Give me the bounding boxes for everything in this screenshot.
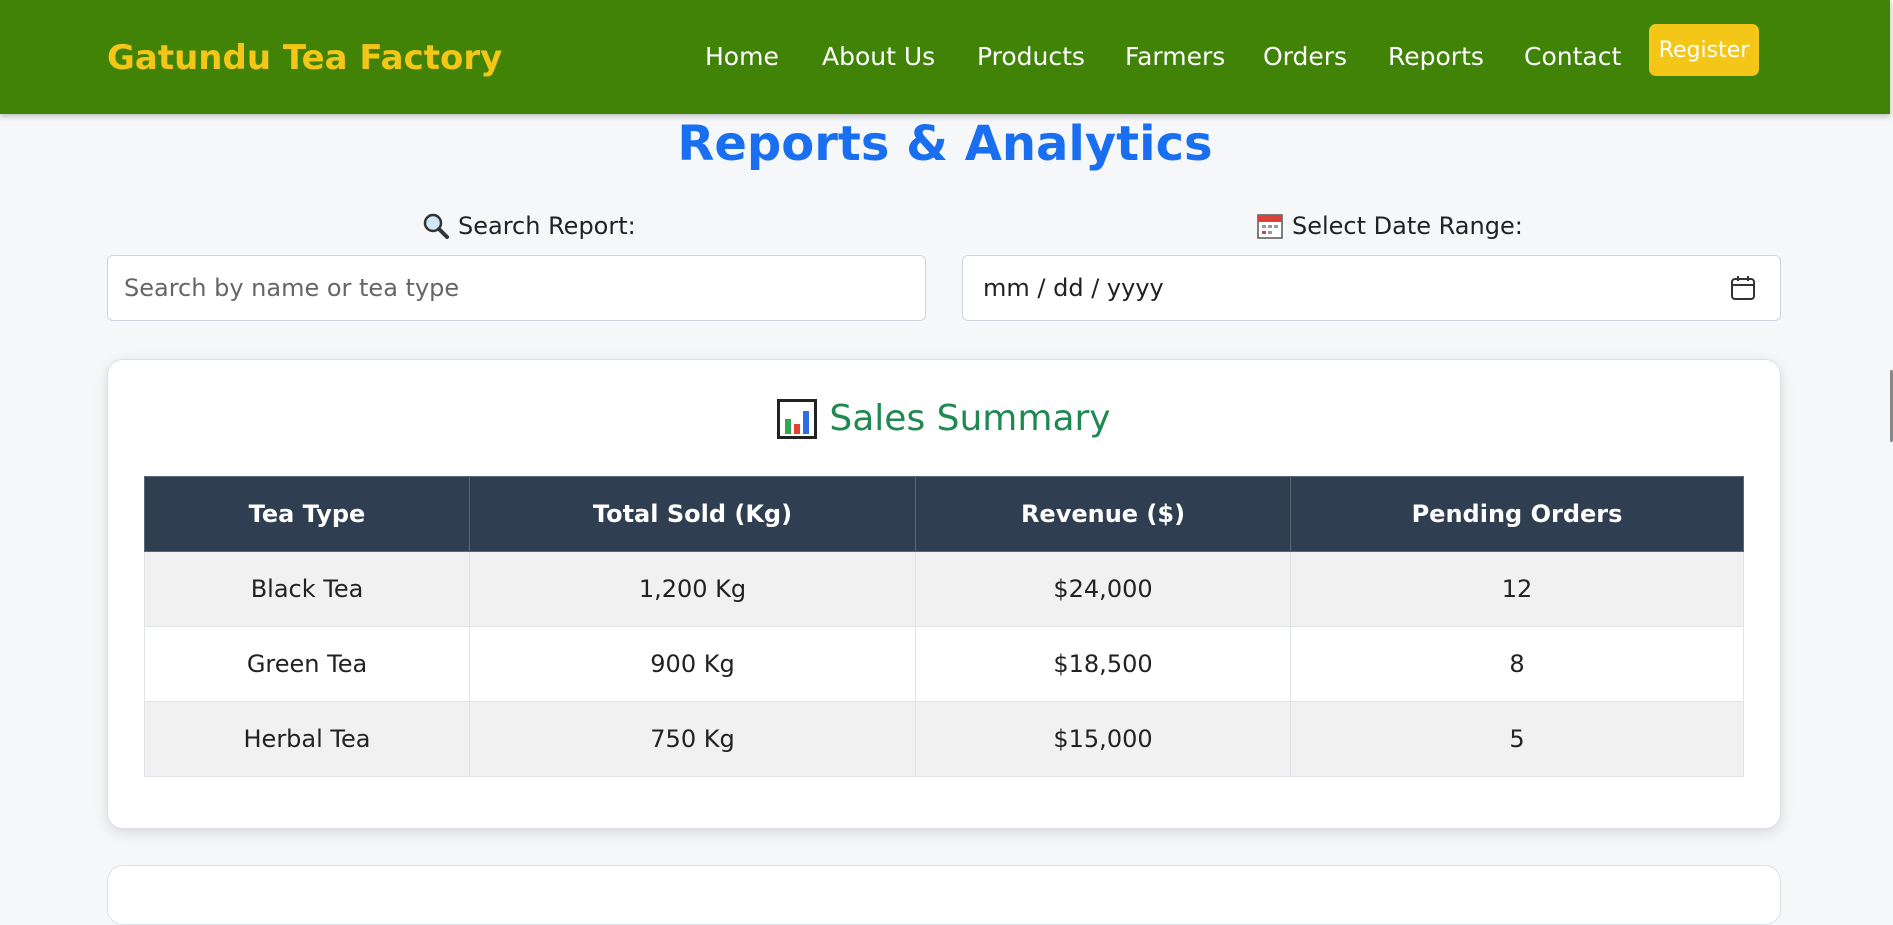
date-input[interactable]: mm / dd / yyyy	[962, 255, 1781, 321]
bar-chart-icon	[777, 398, 818, 439]
sales-summary-title: Sales Summary	[829, 398, 1111, 439]
cell-revenue: $24,000	[915, 551, 1291, 627]
sales-summary-heading: Sales Summary	[108, 398, 1780, 439]
nav-link-farmers[interactable]: Farmers	[1125, 42, 1225, 71]
search-report-label: Search Report:	[422, 212, 636, 240]
nav-link-home[interactable]: Home	[705, 42, 779, 71]
cell-total-sold: 900 Kg	[469, 626, 916, 702]
cell-pending-orders: 5	[1290, 701, 1744, 777]
cell-tea-type: Black Tea	[144, 551, 470, 627]
column-header-total-sold: Total Sold (Kg)	[469, 476, 916, 552]
cell-tea-type: Green Tea	[144, 626, 470, 702]
nav-link-reports[interactable]: Reports	[1388, 42, 1484, 71]
register-button[interactable]: Register	[1649, 24, 1759, 76]
cell-total-sold: 1,200 Kg	[469, 551, 916, 627]
cell-pending-orders: 12	[1290, 551, 1744, 627]
cell-pending-orders: 8	[1290, 626, 1744, 702]
column-header-pending-orders: Pending Orders	[1290, 476, 1744, 552]
search-input[interactable]	[108, 274, 925, 302]
sales-summary-table: Tea Type Total Sold (Kg) Revenue ($) Pen…	[144, 476, 1744, 777]
table-row: Herbal Tea 750 Kg $15,000 5	[144, 701, 1744, 777]
search-report-label-text: Search Report:	[458, 212, 636, 240]
search-field-wrapper	[107, 255, 926, 321]
cell-revenue: $18,500	[915, 626, 1291, 702]
nav-link-products[interactable]: Products	[977, 42, 1085, 71]
next-report-card	[107, 865, 1781, 925]
table-row: Black Tea 1,200 Kg $24,000 12	[144, 551, 1744, 627]
magnifier-icon	[422, 212, 450, 240]
brand-logo-text[interactable]: Gatundu Tea Factory	[107, 38, 502, 78]
page-title: Reports & Analytics	[677, 116, 1213, 172]
sales-summary-card: Sales Summary Tea Type Total Sold (Kg) R…	[107, 359, 1781, 829]
column-header-revenue: Revenue ($)	[915, 476, 1291, 552]
cell-tea-type: Herbal Tea	[144, 701, 470, 777]
date-input-value: mm / dd / yyyy	[983, 274, 1164, 302]
column-header-tea-type: Tea Type	[144, 476, 470, 552]
nav-link-orders[interactable]: Orders	[1263, 42, 1347, 71]
calendar-icon	[1256, 212, 1284, 240]
date-range-label-text: Select Date Range:	[1292, 212, 1523, 240]
calendar-picker-icon[interactable]	[1730, 275, 1756, 301]
cell-total-sold: 750 Kg	[469, 701, 916, 777]
top-navbar: Gatundu Tea Factory Home About Us Produc…	[0, 0, 1890, 114]
nav-link-about-us[interactable]: About Us	[822, 42, 935, 71]
table-header-row: Tea Type Total Sold (Kg) Revenue ($) Pen…	[144, 476, 1744, 552]
cell-revenue: $15,000	[915, 701, 1291, 777]
date-range-label: Select Date Range:	[1256, 212, 1523, 240]
nav-link-contact[interactable]: Contact	[1524, 42, 1621, 71]
table-row: Green Tea 900 Kg $18,500 8	[144, 626, 1744, 702]
